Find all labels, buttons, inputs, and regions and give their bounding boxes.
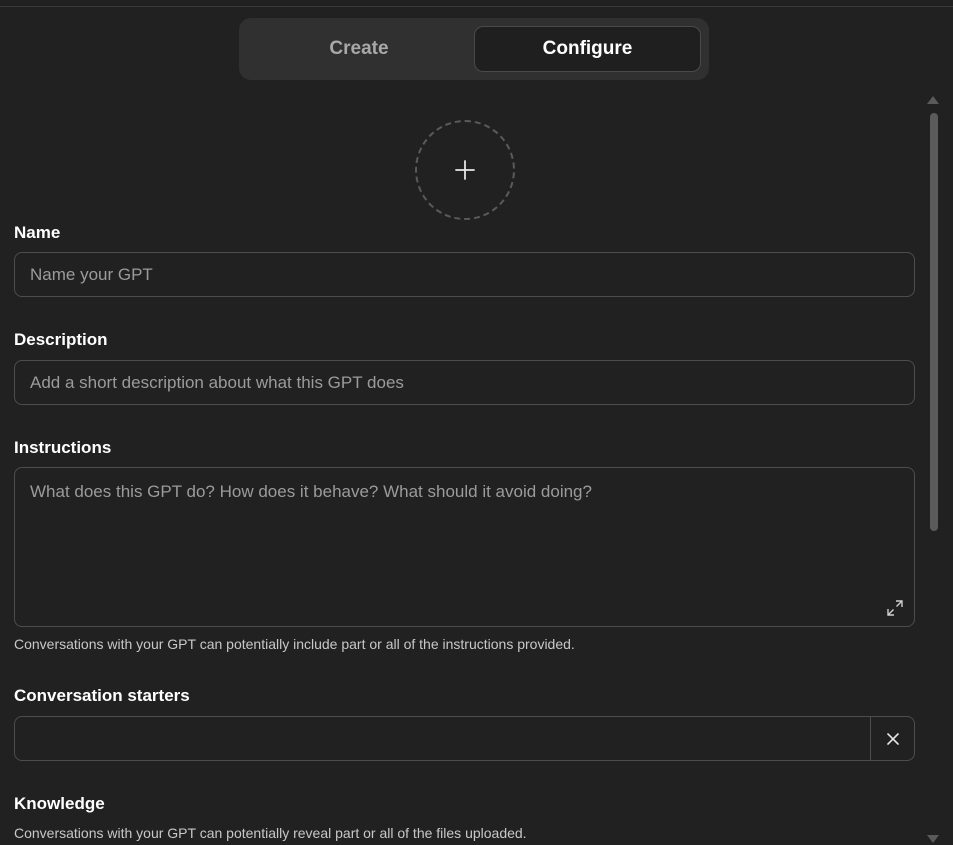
description-label: Description: [14, 330, 108, 349]
name-label: Name: [14, 223, 61, 242]
scroll-down-arrow-icon[interactable]: [927, 835, 939, 843]
conversation-starter-row: [14, 716, 915, 761]
mode-tabs: Create Configure: [239, 18, 709, 80]
instructions-textarea[interactable]: [14, 467, 915, 627]
scrollbar-thumb[interactable]: [930, 113, 938, 531]
knowledge-label: Knowledge: [14, 794, 105, 813]
scroll-up-arrow-icon[interactable]: [927, 96, 939, 104]
avatar-upload-button[interactable]: [415, 120, 515, 220]
scrollbar[interactable]: [925, 94, 943, 845]
tab-configure[interactable]: Configure: [474, 26, 701, 72]
close-icon: [886, 732, 899, 745]
plus-icon: [455, 160, 475, 180]
tab-create[interactable]: Create: [243, 26, 475, 72]
expand-icon[interactable]: [886, 599, 904, 617]
knowledge-hint: Conversations with your GPT can potentia…: [14, 825, 527, 841]
description-input[interactable]: [14, 360, 915, 405]
conversation-starter-input[interactable]: [15, 717, 872, 760]
conversation-starters-label: Conversation starters: [14, 686, 190, 705]
name-input[interactable]: [14, 252, 915, 297]
remove-starter-button[interactable]: [870, 717, 914, 760]
top-divider: [0, 6, 953, 7]
instructions-label: Instructions: [14, 438, 112, 457]
instructions-hint: Conversations with your GPT can potentia…: [14, 636, 575, 652]
